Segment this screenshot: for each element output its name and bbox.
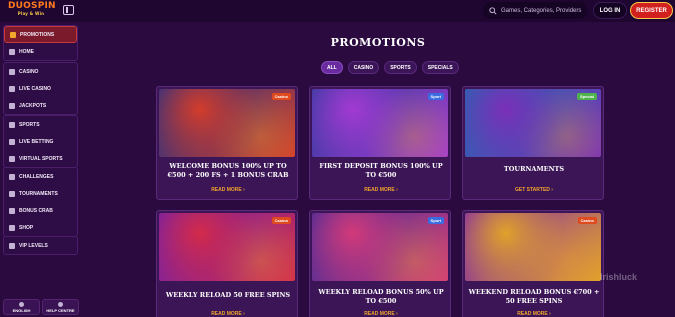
search-input[interactable]: Games, Categories, Providers: [483, 2, 587, 19]
language-button[interactable]: ENGLISH: [3, 299, 40, 315]
top-header: DUOSPIN Play & Win Games, Categories, Pr…: [0, 0, 675, 22]
vip-icon: [9, 242, 15, 249]
search-placeholder: Games, Categories, Providers: [501, 7, 582, 14]
virtual-sports-icon: [9, 155, 15, 162]
sidebar-item-vip-levels[interactable]: VIP Levels: [4, 237, 77, 254]
register-button[interactable]: REGISTER: [630, 2, 673, 19]
page-title: PROMOTIONS: [330, 36, 426, 49]
sidebar-item-jackpots[interactable]: Jackpots: [4, 97, 77, 114]
sidebar-group-extras: Challenges Tournaments Bonus Crab Shop: [3, 167, 78, 237]
promo-card[interactable]: Sport WEEKLY RELOAD BONUS 50% UP TO €500…: [309, 210, 451, 317]
sidebar-item-label: Live Casino: [19, 85, 51, 92]
help-icon: [58, 301, 63, 307]
sidebar-item-label: Jackpots: [19, 102, 47, 109]
sidebar-item-shop[interactable]: Shop: [4, 219, 77, 236]
site-logo[interactable]: DUOSPIN Play & Win: [8, 1, 56, 18]
filter-specials[interactable]: SPECIALS: [421, 61, 459, 74]
sidebar-item-challenges[interactable]: Challenges: [4, 168, 77, 185]
sidebar-group-vip: VIP Levels: [3, 236, 78, 255]
sidebar-item-label: Casino: [19, 68, 39, 75]
home-icon: [9, 48, 15, 55]
promo-card-cta[interactable]: READ MORE ›: [310, 187, 450, 193]
promo-card-title: WELCOME BONUS 100% UP TO €500 + 200 FS +…: [167, 162, 289, 179]
challenges-icon: [9, 173, 15, 180]
promo-card-title: FIRST DEPOSIT BONUS 100% UP TO €500: [319, 162, 443, 179]
sidebar-item-label: Home: [19, 48, 34, 55]
sidebar-item-label: Virtual Sports: [19, 155, 63, 162]
sidebar-item-live-betting[interactable]: Live Betting: [4, 133, 77, 150]
sidebar-toggle-icon[interactable]: [63, 5, 74, 15]
sidebar-item-tournaments[interactable]: Tournaments: [4, 185, 77, 202]
promo-card-title: TOURNAMENTS: [503, 165, 565, 173]
sidebar-group-sports: Sports Live Betting Virtual Sports: [3, 115, 78, 168]
language-label: ENGLISH: [12, 307, 31, 313]
tournaments-icon: [9, 190, 15, 197]
sidebar-group-casino: Casino Live Casino Jackpots: [3, 62, 78, 115]
promo-card-badge: Sport: [427, 93, 444, 100]
promo-card-badge: Sport: [427, 217, 444, 224]
main-content: PROMOTIONS ALL CASINO SPORTS SPECIALS Ca…: [81, 22, 675, 317]
promo-card[interactable]: Casino WEEKEND RELOAD BONUS €700 + 50 FR…: [462, 210, 604, 317]
logo-text: DUOSPIN: [8, 1, 56, 11]
promo-card-badge: Special: [576, 93, 597, 100]
live-casino-icon: [9, 85, 15, 92]
promo-card-title: WEEKLY RELOAD 50 FREE SPINS: [165, 291, 291, 299]
promo-filters: ALL CASINO SPORTS SPECIALS: [321, 61, 459, 74]
sports-icon: [9, 121, 15, 128]
sidebar-item-label: Live Betting: [19, 138, 54, 145]
promo-card-title: WEEKEND RELOAD BONUS €700 + 50 FREE SPIN…: [468, 288, 600, 305]
promo-card-cta[interactable]: READ MORE ›: [463, 311, 603, 317]
filter-all[interactable]: ALL: [321, 61, 343, 74]
promo-card[interactable]: Casino WELCOME BONUS 100% UP TO €500 + 2…: [156, 86, 298, 200]
promo-card[interactable]: Casino WEEKLY RELOAD 50 FREE SPINS READ …: [156, 210, 298, 317]
promo-card[interactable]: Sport FIRST DEPOSIT BONUS 100% UP TO €50…: [309, 86, 451, 200]
sidebar-item-bonus-crab[interactable]: Bonus Crab: [4, 202, 77, 219]
filter-casino[interactable]: CASINO: [347, 61, 380, 74]
gift-icon: [10, 31, 16, 38]
bonus-crab-icon: [9, 207, 15, 214]
sidebar: Promotions Home Casino Live Casino Jackp…: [0, 22, 81, 317]
filter-sports[interactable]: SPORTS: [384, 61, 417, 74]
promo-card-cta[interactable]: READ MORE ›: [310, 311, 450, 317]
sidebar-item-label: Bonus Crab: [19, 207, 53, 214]
sidebar-item-label: Promotions: [20, 31, 55, 38]
login-button[interactable]: LOG IN: [593, 2, 627, 19]
help-centre-button[interactable]: HELP CENTRE: [42, 299, 79, 315]
logo-tagline: Play & Win: [17, 11, 45, 16]
globe-icon: [19, 301, 24, 307]
sidebar-group-main: Promotions Home: [3, 25, 78, 61]
promo-card-badge: Casino: [577, 217, 597, 224]
watermark: Irishluck: [600, 272, 638, 282]
sidebar-item-virtual-sports[interactable]: Virtual Sports: [4, 150, 77, 167]
promo-card-cta[interactable]: GET STARTED ›: [463, 187, 603, 193]
sidebar-item-live-casino[interactable]: Live Casino: [4, 80, 77, 97]
sidebar-item-casino[interactable]: Casino: [4, 63, 77, 80]
promo-card-title: WEEKLY RELOAD BONUS 50% UP TO €500: [318, 288, 444, 305]
sidebar-item-label: Shop: [19, 224, 34, 231]
help-centre-label: HELP CENTRE: [46, 307, 75, 313]
live-betting-icon: [9, 138, 15, 145]
sidebar-item-label: Sports: [19, 121, 40, 128]
promo-card-badge: Casino: [271, 217, 291, 224]
sidebar-item-promotions[interactable]: Promotions: [4, 26, 77, 43]
casino-icon: [9, 68, 15, 75]
sidebar-item-label: Challenges: [19, 173, 54, 180]
sidebar-item-sports[interactable]: Sports: [4, 116, 77, 133]
sidebar-item-label: Tournaments: [19, 190, 58, 197]
jackpot-icon: [9, 102, 15, 109]
search-icon: [489, 6, 497, 15]
sidebar-item-home[interactable]: Home: [4, 43, 77, 60]
sidebar-item-label: VIP Levels: [19, 242, 48, 249]
promo-card-cta[interactable]: READ MORE ›: [157, 187, 297, 193]
shop-icon: [9, 224, 15, 231]
promo-card[interactable]: Special TOURNAMENTS GET STARTED ›: [462, 86, 604, 200]
promo-card-badge: Casino: [271, 93, 291, 100]
promo-card-cta[interactable]: READ MORE ›: [157, 311, 297, 317]
